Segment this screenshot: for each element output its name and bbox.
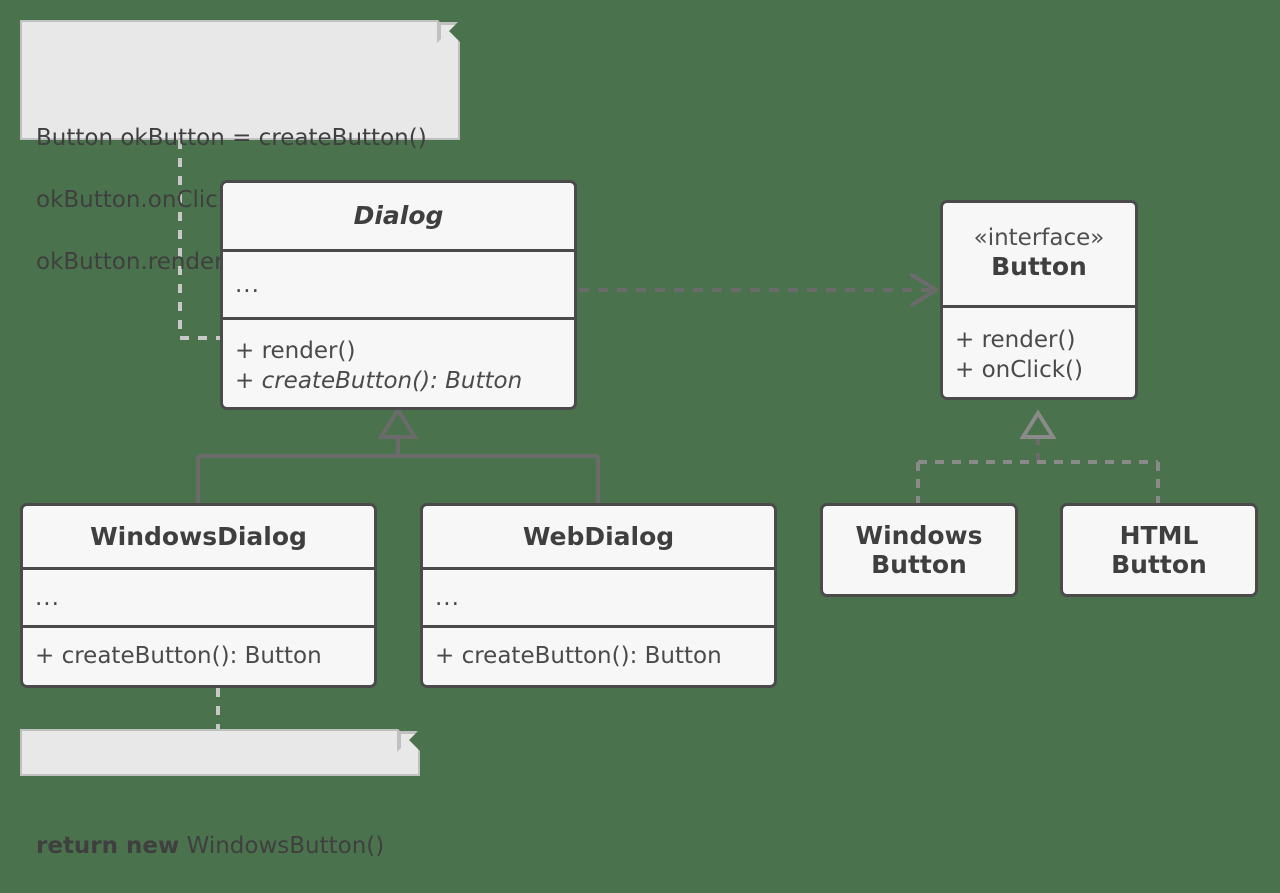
uml-diagram-canvas: Button --> [0, 0, 1280, 859]
note-bottom-factory-return: return new WindowsButton() [20, 729, 420, 859]
class-web-dialog-attributes: ... [435, 584, 460, 611]
class-dialog-operations-compartment: + render() + createButton(): Button [223, 317, 574, 407]
class-button-name-compartment: «interface» Button [943, 203, 1135, 305]
class-dialog-title: Dialog [353, 201, 444, 231]
class-button-operation-render: + render() [955, 327, 1076, 354]
class-button-operations-compartment: + render() + onClick() [943, 305, 1135, 397]
class-dialog-attributes-compartment: ... [223, 249, 574, 317]
class-web-dialog-name-compartment: WebDialog [423, 506, 774, 567]
class-button-title: Button [991, 252, 1087, 282]
class-html-button-name-compartment: HTML Button [1063, 506, 1255, 594]
class-button-stereotype: «interface» [973, 225, 1105, 252]
class-windows-button-title: Windows Button [855, 520, 983, 580]
class-windows-dialog-operations-compartment: + createButton(): Button [23, 625, 374, 685]
class-dialog-operation-render: + render() [235, 338, 356, 365]
class-html-button-title: HTML Button [1111, 520, 1207, 580]
class-windows-button[interactable]: Windows Button [820, 503, 1018, 597]
class-html-button[interactable]: HTML Button [1060, 503, 1258, 597]
note-fold-edge-icon [435, 21, 459, 45]
class-web-dialog-title: WebDialog [522, 521, 675, 551]
class-windows-dialog-attributes: ... [35, 584, 60, 611]
note-bottom-text: return new WindowsButton() [36, 831, 404, 862]
class-dialog-attributes: ... [235, 271, 260, 298]
note-top-line-1: Button okButton = createButton() [36, 125, 427, 152]
note-bottom-expression: WindowsButton() [179, 833, 385, 860]
note-bottom-fold-edge-icon [395, 730, 419, 754]
class-web-dialog-operation-createbutton: + createButton(): Button [435, 642, 722, 669]
class-web-dialog-attributes-compartment: ... [423, 567, 774, 625]
class-web-dialog-operations-compartment: + createButton(): Button [423, 625, 774, 685]
class-windows-dialog-title: WindowsDialog [90, 521, 307, 551]
class-windows-dialog-name-compartment: WindowsDialog [23, 506, 374, 567]
class-dialog[interactable]: Dialog ... + render() + createButton(): … [220, 180, 577, 410]
class-web-dialog[interactable]: WebDialog ... + createButton(): Button [420, 503, 777, 688]
class-windows-dialog-attributes-compartment: ... [23, 567, 374, 625]
dependency-dialog-button [579, 273, 938, 307]
realization-button-implementations [916, 409, 1160, 503]
class-dialog-name-compartment: Dialog [223, 183, 574, 249]
class-windows-dialog-operation-createbutton: + createButton(): Button [35, 642, 322, 669]
note-top-client-code: Button okButton = createButton() okButto… [20, 20, 460, 275]
generalization-dialog-subclasses [196, 406, 600, 504]
class-button-interface[interactable]: «interface» Button + render() + onClick(… [940, 200, 1138, 400]
class-windows-dialog[interactable]: WindowsDialog ... + createButton(): Butt… [20, 503, 377, 688]
class-button-operation-onclick: + onClick() [955, 356, 1083, 383]
class-windows-button-name-compartment: Windows Button [823, 506, 1015, 594]
class-dialog-operation-createbutton: + createButton(): Button [235, 367, 523, 394]
note-bottom-keyword: return new [36, 833, 180, 860]
